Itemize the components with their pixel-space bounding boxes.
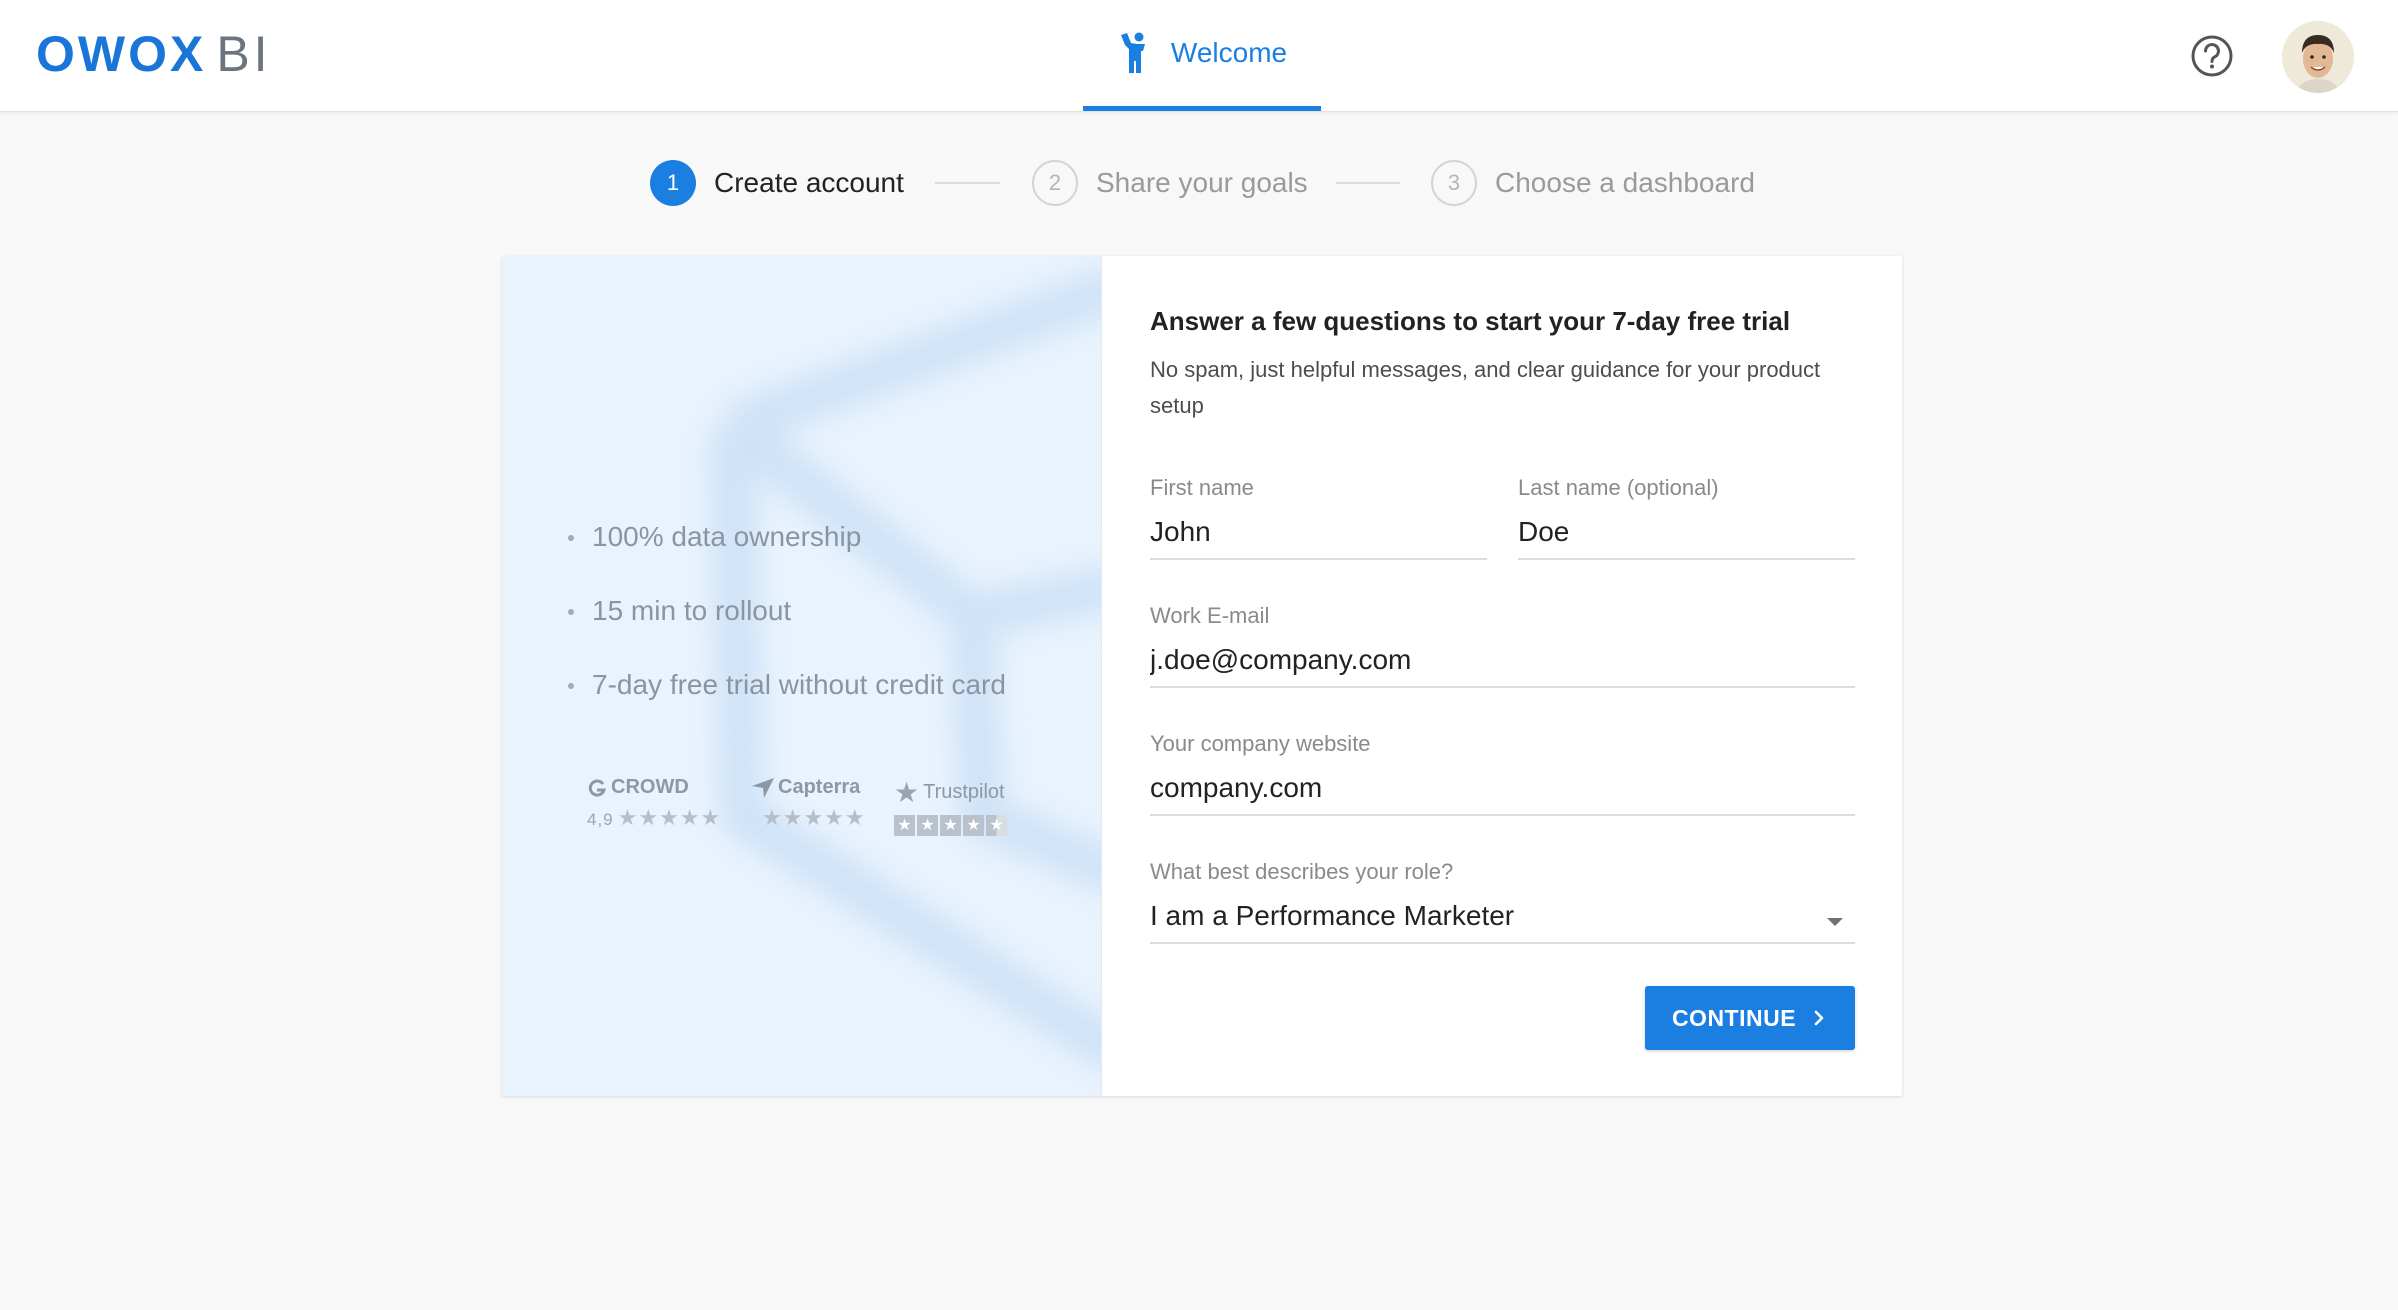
step-connector	[935, 182, 1000, 184]
last-name-label: Last name (optional)	[1518, 475, 1719, 500]
last-name-input[interactable]	[1518, 508, 1855, 560]
top-header: OWOX BI Welcome	[0, 0, 2398, 112]
g2-crowd-label: CROWD	[611, 776, 689, 798]
trustpilot-star-box-icon: ★	[963, 815, 984, 836]
step-share-goals: 2 Share your goals	[1032, 158, 1308, 208]
trustpilot-label: Trustpilot	[923, 781, 1005, 803]
g2-score: 4,9	[587, 810, 614, 829]
trustpilot-stars: ★ ★ ★ ★ ★	[894, 815, 1007, 836]
benefit-item: 15 min to rollout	[564, 586, 1006, 660]
email-input[interactable]	[1150, 636, 1855, 688]
form-title: Answer a few questions to start your 7-d…	[1150, 306, 1791, 336]
tab-welcome-label: Welcome	[1170, 37, 1288, 68]
website-field-group: Your company website	[1150, 730, 1855, 816]
benefit-item: 7-day free trial without credit card	[564, 660, 1006, 734]
trustpilot-rating: ★ Trustpilot ★ ★ ★ ★ ★	[894, 776, 1007, 836]
benefits-panel: 100% data ownership 15 min to rollout 7-…	[502, 256, 1102, 1096]
email-field-group: Work E-mail	[1150, 602, 1855, 688]
first-name-label: First name	[1150, 475, 1254, 500]
benefits-list: 100% data ownership 15 min to rollout 7-…	[564, 512, 1006, 734]
user-portrait-icon	[2282, 21, 2354, 93]
continue-button-label: CONTINUE	[1671, 1004, 1797, 1031]
trustpilot-star-icon: ★	[894, 777, 920, 808]
benefit-item: 100% data ownership	[564, 512, 1006, 586]
role-label: What best describes your role?	[1150, 859, 1454, 884]
first-name-field-group: First name	[1150, 474, 1487, 560]
step-2-number: 2	[1032, 160, 1078, 206]
capterra-stars: ★★★★★	[762, 805, 866, 830]
tab-welcome[interactable]: Welcome	[1083, 0, 1321, 111]
step-choose-dashboard: 3 Choose a dashboard	[1431, 158, 1755, 208]
step-connector	[1336, 182, 1400, 184]
step-create-account: 1 Create account	[650, 158, 904, 208]
question-circle-icon[interactable]	[2190, 34, 2234, 78]
logo-bi-text: BI	[216, 26, 272, 82]
user-avatar[interactable]	[2282, 21, 2354, 93]
continue-button[interactable]: CONTINUE	[1645, 986, 1855, 1050]
signup-form: Answer a few questions to start your 7-d…	[1102, 256, 1902, 1096]
g2-stars: ★★★★★	[617, 805, 722, 830]
role-select-value[interactable]: I am a Performance Marketer	[1150, 892, 1855, 944]
dropdown-arrow-icon[interactable]	[1827, 918, 1843, 926]
logo-owox-text: OWOX	[36, 26, 207, 82]
trustpilot-star-box-icon: ★	[917, 815, 938, 836]
g2-crowd-rating: CROWD 4,9 ★★★★★	[587, 776, 721, 831]
capterra-rating: Capterra ★★★★★	[752, 776, 866, 831]
owox-bi-logo[interactable]: OWOX BI	[36, 26, 272, 82]
step-3-number: 3	[1431, 160, 1477, 206]
chevron-right-icon	[1814, 1010, 1824, 1026]
signup-card: 100% data ownership 15 min to rollout 7-…	[502, 256, 1902, 1096]
capterra-label: Capterra	[778, 776, 861, 798]
review-ratings: CROWD 4,9 ★★★★★ Capterra ★★★★★ ★ Trustpi…	[587, 776, 1017, 846]
step-2-label: Share your goals	[1096, 167, 1308, 198]
step-1-number: 1	[650, 160, 696, 206]
step-3-label: Choose a dashboard	[1495, 167, 1755, 198]
g2-logo-icon	[588, 779, 607, 797]
step-1-label: Create account	[714, 167, 904, 198]
form-subtitle: No spam, just helpful messages, and clea…	[1150, 357, 1821, 418]
trustpilot-star-box-icon: ★	[986, 815, 1007, 836]
last-name-field-group: Last name (optional)	[1518, 474, 1855, 560]
website-input[interactable]	[1150, 764, 1855, 816]
website-label: Your company website	[1150, 731, 1371, 756]
trustpilot-star-box-icon: ★	[940, 815, 961, 836]
onboarding-stepper: 1 Create account 2 Share your goals 3 Ch…	[0, 158, 2398, 208]
role-select[interactable]: I am a Performance Marketer	[1150, 892, 1855, 944]
trustpilot-star-box-icon: ★	[894, 815, 915, 836]
email-label: Work E-mail	[1150, 603, 1270, 628]
person-waving-icon	[1120, 32, 1145, 73]
first-name-input[interactable]	[1150, 508, 1487, 560]
capterra-logo-icon	[752, 777, 774, 798]
role-field-group: What best describes your role? I am a Pe…	[1150, 858, 1855, 944]
